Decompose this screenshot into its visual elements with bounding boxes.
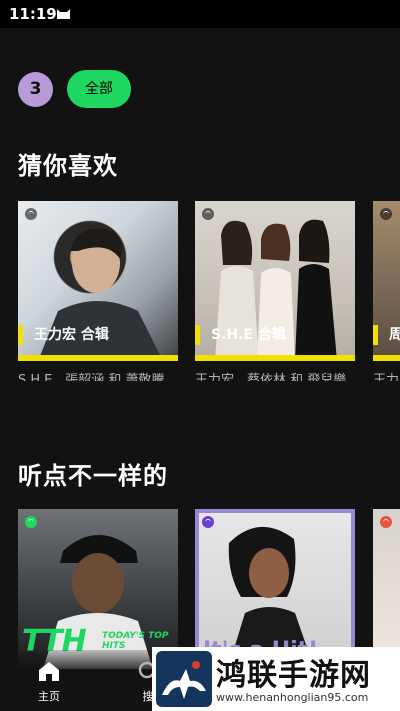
avatar[interactable]: 3 — [18, 72, 53, 107]
playlist-label: 王力宏 合辑 — [18, 323, 119, 347]
playlist-description: 王力宏、蔡依林 和 飛兒樂團 — [195, 373, 347, 381]
cover-accent-bar — [195, 355, 355, 361]
spotify-icon — [202, 208, 214, 220]
status-time: 11:19 — [9, 5, 57, 23]
playlist-cover — [373, 509, 400, 669]
playlist-description: S.H.E、張韶涵 和 蕭敬騰 — [18, 373, 165, 381]
playlist-cover: 周 — [373, 201, 400, 361]
watermark: 鸿联手游网 www.henanhonglian95.com — [152, 647, 400, 711]
spotify-icon — [25, 516, 37, 528]
playlist-card[interactable]: 王力宏 合辑 S.H.E、張韶涵 和 蕭敬騰 — [18, 201, 178, 381]
playlist-card[interactable]: TTH TODAY'S TOP HITS — [18, 509, 178, 669]
watermark-url: www.henanhonglian95.com — [216, 691, 369, 704]
playlist-label: 周 — [373, 323, 400, 347]
playlist-cover: 王力宏 合辑 — [18, 201, 178, 361]
nav-home[interactable]: 主页 — [19, 660, 79, 704]
spotify-icon — [380, 516, 392, 528]
playlist-card[interactable]: S.H.E 合辑 王力宏、蔡依林 和 飛兒樂團 — [195, 201, 355, 381]
playlist-description: 王力 — [373, 373, 400, 381]
playlist-label: S.H.E 合辑 — [195, 323, 296, 347]
home-icon — [39, 662, 59, 681]
nav-home-label: 主页 — [38, 690, 60, 703]
playlist-cover: TTH TODAY'S TOP HITS — [18, 509, 178, 669]
cover-accent-bar — [18, 355, 178, 361]
playlist-cover: S.H.E 合辑 — [195, 201, 355, 361]
cat-icon — [57, 9, 70, 19]
spotify-icon — [380, 208, 392, 220]
chip-all[interactable]: 全部 — [67, 70, 131, 108]
spotify-icon — [202, 516, 214, 528]
playlist-card[interactable] — [373, 509, 400, 669]
watermark-logo — [156, 651, 212, 707]
spotify-icon — [25, 208, 37, 220]
watermark-title: 鸿联手游网 — [216, 658, 371, 693]
section-title-different: 听点不一样的 — [18, 462, 168, 490]
status-bar: 11:19 — [0, 0, 400, 28]
cover-accent-bar — [373, 355, 400, 361]
playlist-card[interactable]: It's a Hit! — [195, 509, 355, 669]
playlist-cover: It's a Hit! — [195, 509, 355, 669]
playlist-card[interactable]: 周 王力 — [373, 201, 400, 381]
recommended-carousel[interactable]: 王力宏 合辑 S.H.E、張韶涵 和 蕭敬騰 S.H.E 合辑 王力宏、蔡依林 … — [18, 201, 400, 381]
section-title-recommended: 猜你喜欢 — [18, 152, 118, 180]
